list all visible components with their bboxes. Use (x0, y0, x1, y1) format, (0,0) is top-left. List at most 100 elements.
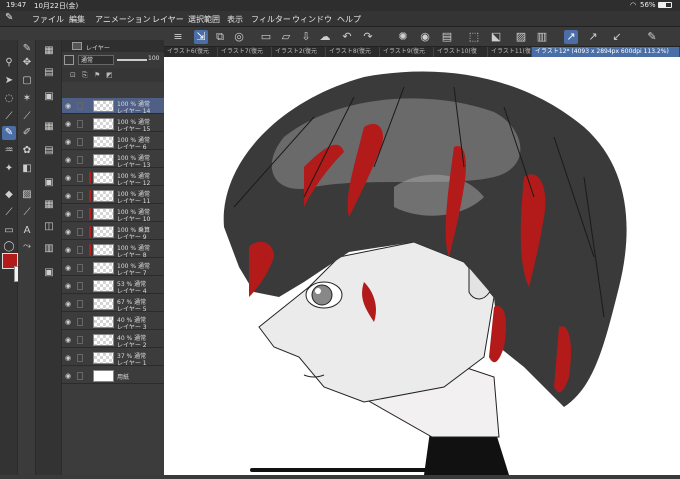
redo-icon[interactable]: ↷ (361, 30, 375, 44)
undo-icon[interactable]: ↶ (340, 30, 354, 44)
layers-icon[interactable] (72, 42, 82, 50)
save-icon[interactable]: ⇩ (299, 30, 313, 44)
reference-icon[interactable]: ⚑ (94, 71, 100, 79)
visibility-eye-icon[interactable]: ◉ (64, 102, 72, 110)
menu-file[interactable]: ファイル (32, 14, 64, 25)
layer-lock-box[interactable] (77, 192, 83, 200)
transform-icon[interactable]: ⇲ (194, 30, 208, 44)
figure-icon[interactable]: ⟋ (2, 206, 16, 220)
layer-row[interactable]: ◉ 37 % 通常 レイヤー 1 (62, 350, 164, 367)
pencil-icon[interactable]: ✐ (20, 126, 34, 140)
visibility-eye-icon[interactable]: ◉ (64, 192, 72, 200)
history-icon[interactable]: ▥ (42, 242, 56, 256)
clip-icon[interactable]: ⎘ (82, 71, 88, 80)
canvas[interactable] (164, 57, 680, 475)
selection-icon[interactable]: ▢ (20, 74, 34, 88)
layer-lock-box[interactable] (77, 228, 83, 236)
layer-row[interactable]: ◉ 100 % 通常 レイヤー 10 (62, 206, 164, 223)
cloud-sync-icon[interactable]: ☁ (318, 30, 332, 44)
layer-lock-box[interactable] (77, 372, 83, 380)
move-icon[interactable]: ✥ (20, 56, 34, 70)
invert-selection-icon[interactable]: ⬕ (489, 30, 503, 44)
airbrush-icon[interactable]: ✿ (20, 144, 34, 158)
layer-lock-box[interactable] (77, 120, 83, 128)
menu-view[interactable]: 表示 (227, 14, 243, 25)
layer-row[interactable]: ◉ 67 % 通常 レイヤー 5 (62, 296, 164, 313)
mirror-icon[interactable]: ⧉ (213, 30, 227, 44)
visibility-eye-icon[interactable]: ◉ (64, 318, 72, 326)
magic-wand-icon[interactable]: ✶ (20, 92, 34, 106)
menu-edit[interactable]: 編集 (69, 14, 85, 25)
tab-document[interactable]: イラスト11(復 (488, 47, 532, 57)
layer-row[interactable]: ◉ 100 % 通常 レイヤー 11 (62, 188, 164, 205)
clear-icon[interactable]: ▨ (514, 30, 528, 44)
mask-icon[interactable]: ◩ (106, 71, 113, 79)
material-icon[interactable]: ▣ (42, 266, 56, 280)
menu-filter[interactable]: フィルター (251, 14, 291, 25)
tab-document[interactable]: イラスト9(復元 (380, 47, 434, 57)
layer-lock-box[interactable] (77, 264, 83, 272)
decoration-icon[interactable]: ✦ (2, 162, 16, 176)
layer-lock-box[interactable] (77, 246, 83, 254)
stabilizer-icon[interactable]: ↗ (564, 30, 578, 44)
menu-animation[interactable]: アニメーション (95, 14, 151, 25)
ruler-icon[interactable]: ⟋ (20, 206, 34, 220)
app-logo-icon[interactable]: ✎ (5, 12, 13, 23)
trim-icon[interactable]: ▥ (535, 30, 549, 44)
layer-row[interactable]: ◉ 40 % 通常 レイヤー 2 (62, 332, 164, 349)
layer-lock-box[interactable] (77, 138, 83, 146)
smooth-icon[interactable]: ↗ (586, 30, 600, 44)
menu-selection[interactable]: 選択範囲 (188, 14, 220, 25)
layer-property-icon[interactable]: ◫ (42, 220, 56, 234)
tab-document-active[interactable]: イラスト12* (4093 x 2894px 600dpi 113.2%) (532, 47, 680, 57)
pen-pressure-icon[interactable]: ↙ (610, 30, 624, 44)
brush-icon[interactable]: ♒ (2, 144, 16, 158)
menu-window[interactable]: ウィンドウ (292, 14, 332, 25)
lock-icon[interactable]: ⊡ (70, 71, 76, 79)
layer-row[interactable]: ◉ 100 % 通常 レイヤー 6 (62, 134, 164, 151)
eyedropper-icon[interactable]: ⟋ (20, 110, 34, 124)
blend-mode-select[interactable]: 通常 (78, 55, 114, 65)
gradient-icon[interactable]: ▨ (20, 188, 34, 202)
layer-row[interactable]: ◉ 40 % 通常 レイヤー 3 (62, 314, 164, 331)
eyedropper-icon[interactable]: ⟋ (2, 110, 16, 124)
layer-row[interactable]: ◉ 100 % 通常 レイヤー 7 (62, 260, 164, 277)
navigator-icon[interactable]: ▣ (42, 176, 56, 190)
intermediate-color-icon[interactable]: ▤ (42, 144, 56, 158)
layer-row[interactable]: ◉ 53 % 通常 レイヤー 4 (62, 278, 164, 295)
zoom-icon[interactable]: ⚲ (2, 56, 16, 70)
edit-icon[interactable]: ✎ (645, 30, 659, 44)
operation-icon[interactable]: ➤ (2, 74, 16, 88)
visibility-eye-icon[interactable]: ◉ (64, 210, 72, 218)
ruler-icon[interactable]: ▤ (440, 30, 454, 44)
new-file-icon[interactable]: ▭ (259, 30, 273, 44)
tab-document[interactable]: イラスト8(復元 (326, 47, 380, 57)
opacity-slider[interactable] (117, 59, 147, 61)
color-set-icon[interactable]: ▦ (42, 120, 56, 134)
sub-view-icon[interactable]: ▦ (42, 198, 56, 212)
loading-icon[interactable]: ✺ (396, 30, 410, 44)
layer-lock-box[interactable] (77, 210, 83, 218)
layer-row[interactable]: ◉ 100 % 通常 レイヤー 13 (62, 152, 164, 169)
pen-icon[interactable]: ✎ (20, 42, 34, 56)
visibility-eye-icon[interactable]: ◉ (64, 372, 72, 380)
tab-document[interactable]: イラスト6(復元 (164, 47, 218, 57)
tab-document[interactable]: イラスト2(復元 (272, 47, 326, 57)
visibility-eye-icon[interactable]: ◉ (64, 138, 72, 146)
visibility-eye-icon[interactable]: ◉ (64, 264, 72, 272)
balloon-icon[interactable]: ◯ (2, 240, 16, 254)
visibility-eye-icon[interactable]: ◉ (64, 156, 72, 164)
layer-type-icon[interactable] (64, 55, 74, 65)
fill-bucket-icon[interactable]: ◆ (2, 188, 16, 202)
hamburger-menu-icon[interactable]: ≡ (171, 30, 185, 44)
layer-lock-box[interactable] (77, 282, 83, 290)
layer-lock-box[interactable] (77, 336, 83, 344)
visibility-eye-icon[interactable]: ◉ (64, 120, 72, 128)
layer-lock-box[interactable] (77, 102, 83, 110)
layer-row[interactable]: ◉ 100 % 通常 レイヤー 12 (62, 170, 164, 187)
brush-size-icon[interactable]: ▦ (42, 44, 56, 58)
visibility-eye-icon[interactable]: ◉ (64, 354, 72, 362)
fill-icon[interactable]: ◉ (418, 30, 432, 44)
paper-layer-row[interactable]: ◉ 用紙 (62, 368, 164, 384)
visibility-eye-icon[interactable]: ◉ (64, 228, 72, 236)
